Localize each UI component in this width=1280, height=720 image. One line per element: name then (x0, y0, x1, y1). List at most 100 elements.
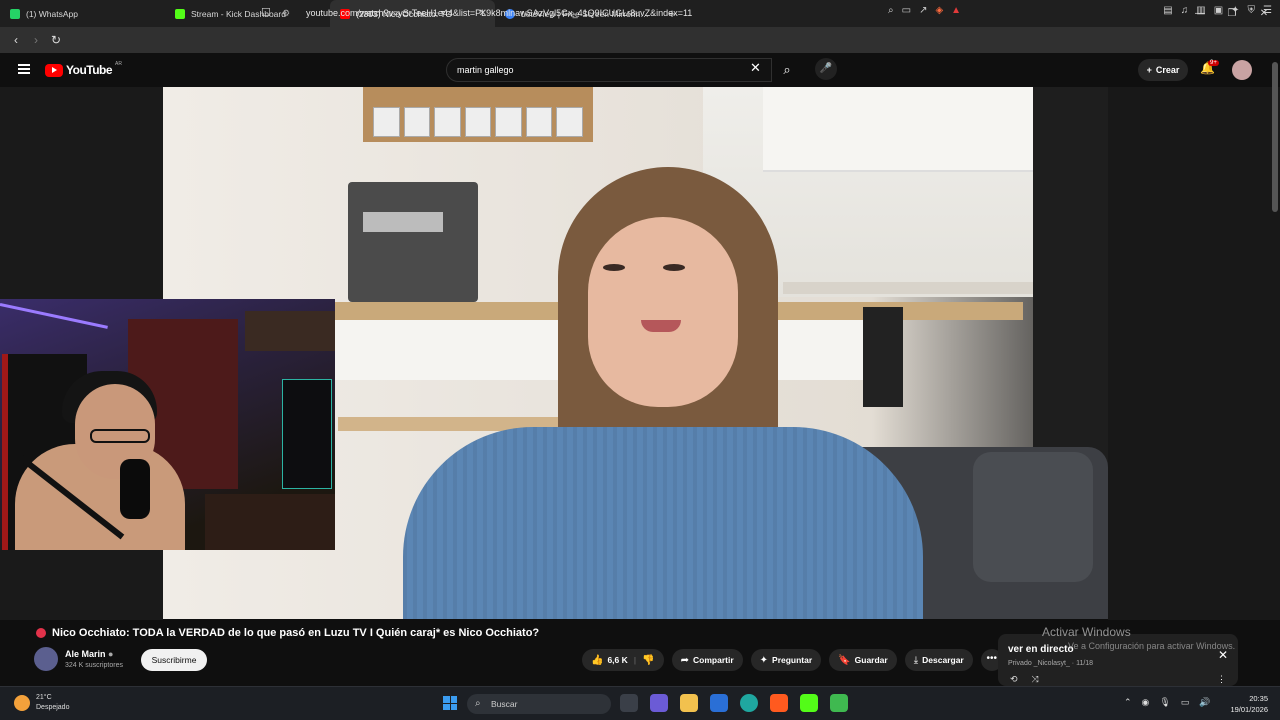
hamburger-menu-icon[interactable] (18, 64, 30, 74)
display-icon[interactable]: ▭ (1181, 697, 1190, 708)
zoom-icon[interactable]: ⌕ (888, 5, 894, 16)
menu-icon[interactable]: ☰ (1263, 5, 1272, 16)
logo-country: AR (115, 61, 122, 67)
windows-activation-title: Activar Windows (1042, 625, 1131, 639)
fridge (1033, 87, 1108, 507)
windows-activation-text: Ve a Configuración para activar Windows. (1068, 641, 1236, 651)
search-icon[interactable]: ⌕ (772, 58, 802, 82)
live-panel-subtitle: Privado _Nicolasyt_ · 11/18 (1008, 660, 1094, 667)
desk (205, 494, 335, 550)
forward-icon[interactable]: › (26, 33, 46, 47)
microphone-icon[interactable]: 🎤 (815, 58, 837, 80)
weather-widget[interactable]: 21°C Despejado (14, 693, 69, 713)
youtube-logo[interactable]: YouTube AR (45, 61, 122, 77)
cast-icon[interactable]: ▭ (902, 5, 911, 16)
ask-button[interactable]: ✦ Preguntar (750, 649, 822, 671)
like-count: 6,6 K (607, 655, 628, 665)
plus-icon: + (1146, 65, 1152, 75)
left-backdrop (0, 87, 163, 299)
streamer-glasses (90, 429, 150, 443)
brave-rewards-icon[interactable]: ▲ (951, 5, 961, 16)
photo-strip (373, 107, 584, 137)
channel-avatar[interactable] (34, 647, 58, 671)
create-button[interactable]: + Crear (1138, 59, 1188, 81)
bookmark-icon[interactable]: ☐ (261, 6, 271, 19)
kick-icon (175, 8, 185, 19)
create-label: Crear (1155, 65, 1180, 75)
ask-label: Preguntar (772, 655, 813, 665)
oven (863, 307, 903, 407)
tab-label: (1) WhatsApp (26, 8, 78, 19)
wallet-icon[interactable]: ▣ (1214, 5, 1223, 16)
leo-icon[interactable]: ✦ (1231, 5, 1239, 16)
account-avatar[interactable] (1232, 60, 1252, 80)
address-bar-row: ‹ › ↻ (0, 27, 1280, 53)
taskbar-apps (620, 694, 848, 712)
taskbar-search-input[interactable]: ⌕ Buscar (467, 694, 611, 714)
share-label: Compartir (693, 655, 734, 665)
subscriber-count: 324 K suscriptores (65, 662, 123, 669)
search-input[interactable]: martin gallego (446, 58, 772, 82)
share-page-icon[interactable]: ↗ (919, 5, 927, 16)
media-icon[interactable]: ♫ (1181, 5, 1189, 16)
presenter-mouth (641, 320, 681, 332)
shuffle-icon[interactable]: ⤨ (1032, 674, 1039, 685)
presenter-eye (603, 264, 625, 271)
thumbs-down-icon[interactable]: 👎 (642, 655, 654, 666)
taskbar-clock[interactable]: 20:35 19/01/2026 (1230, 693, 1268, 715)
extension-icons: ▤ ♫ ▥ ▣ ✦ ⛨ ☰ (1163, 5, 1272, 16)
live-dot-icon (36, 628, 46, 638)
notification-badge: 9+ (1208, 60, 1219, 66)
tray-expand-icon[interactable]: ⌃ (1124, 697, 1132, 708)
microphone (120, 459, 150, 519)
youtube-header: YouTube AR martin gallego ✕ ⌕ 🎤 + Crear … (0, 53, 1280, 87)
windows-start-icon[interactable] (443, 696, 457, 710)
edge-icon[interactable] (740, 694, 758, 712)
brave-icon[interactable] (770, 694, 788, 712)
kitchen-counter (783, 282, 1033, 294)
sweater-texture (403, 427, 923, 619)
logo-text: YouTube (66, 63, 113, 77)
task-view-icon[interactable] (620, 694, 638, 712)
store-icon[interactable] (710, 694, 728, 712)
webcam-overlay (0, 299, 335, 550)
repeat-icon[interactable]: ⟲ (1010, 674, 1018, 685)
share-button[interactable]: ➦ Compartir (671, 649, 743, 671)
file-explorer-icon[interactable] (680, 694, 698, 712)
taskbar-search-placeholder: Buscar (491, 699, 518, 709)
taskbar-search-icon: ⌕ (475, 698, 481, 709)
teams-icon[interactable] (650, 694, 668, 712)
channel-name[interactable]: Ale Marin ● (65, 649, 113, 659)
subscribe-button[interactable]: Suscribirme (141, 649, 207, 671)
brave-shield-icon[interactable]: ◈ (935, 5, 943, 16)
page-scrollbar[interactable] (1272, 62, 1278, 212)
back-icon[interactable]: ‹ (6, 33, 26, 47)
reload-icon[interactable]: ↻ (46, 33, 66, 47)
site-info-icon[interactable]: ⚙ (282, 8, 292, 18)
live-panel-title: ver en directo (1008, 644, 1074, 655)
video-title-text: Nico Occhiato: TODA la VERDAD de lo que … (52, 627, 540, 639)
obs-icon[interactable] (830, 694, 848, 712)
save-button[interactable]: 🔖 Guardar (829, 649, 897, 671)
mic-tray-icon[interactable]: 🎙 (1159, 697, 1170, 708)
video-actions: 👍 6,6 K | 👎 ➦ Compartir ✦ Preguntar 🔖 Gu… (582, 649, 1003, 671)
right-backdrop (1108, 87, 1280, 620)
webcam-pc (282, 379, 332, 489)
kitchen-cabinet (763, 87, 1043, 172)
network-icon[interactable]: ◉ (1142, 697, 1150, 708)
kick-app-icon[interactable] (800, 694, 818, 712)
presenter-face (588, 217, 738, 407)
tab-whatsapp[interactable]: (1) WhatsApp (0, 0, 165, 27)
whatsapp-icon (10, 8, 20, 19)
weather-sun-icon (14, 695, 30, 711)
reading-icon[interactable]: ▥ (1196, 5, 1205, 16)
address-field[interactable]: ⚙ youtube.com/watch?v=ySrTeeH1e44&list=P… (282, 4, 692, 22)
download-button[interactable]: ⤓ Descargar (904, 649, 973, 671)
like-button[interactable]: 👍 6,6 K | 👎 (582, 649, 664, 671)
volume-icon[interactable]: 🔊 (1199, 697, 1210, 708)
live-panel-controls: ⟲ ⤨ (1010, 674, 1039, 685)
live-panel-menu-icon[interactable]: ⋮ (1217, 674, 1226, 685)
vpn-icon[interactable]: ⛨ (1248, 5, 1256, 16)
clear-search-icon[interactable]: ✕ (750, 60, 761, 76)
sidebar-icon[interactable]: ▤ (1163, 5, 1172, 16)
